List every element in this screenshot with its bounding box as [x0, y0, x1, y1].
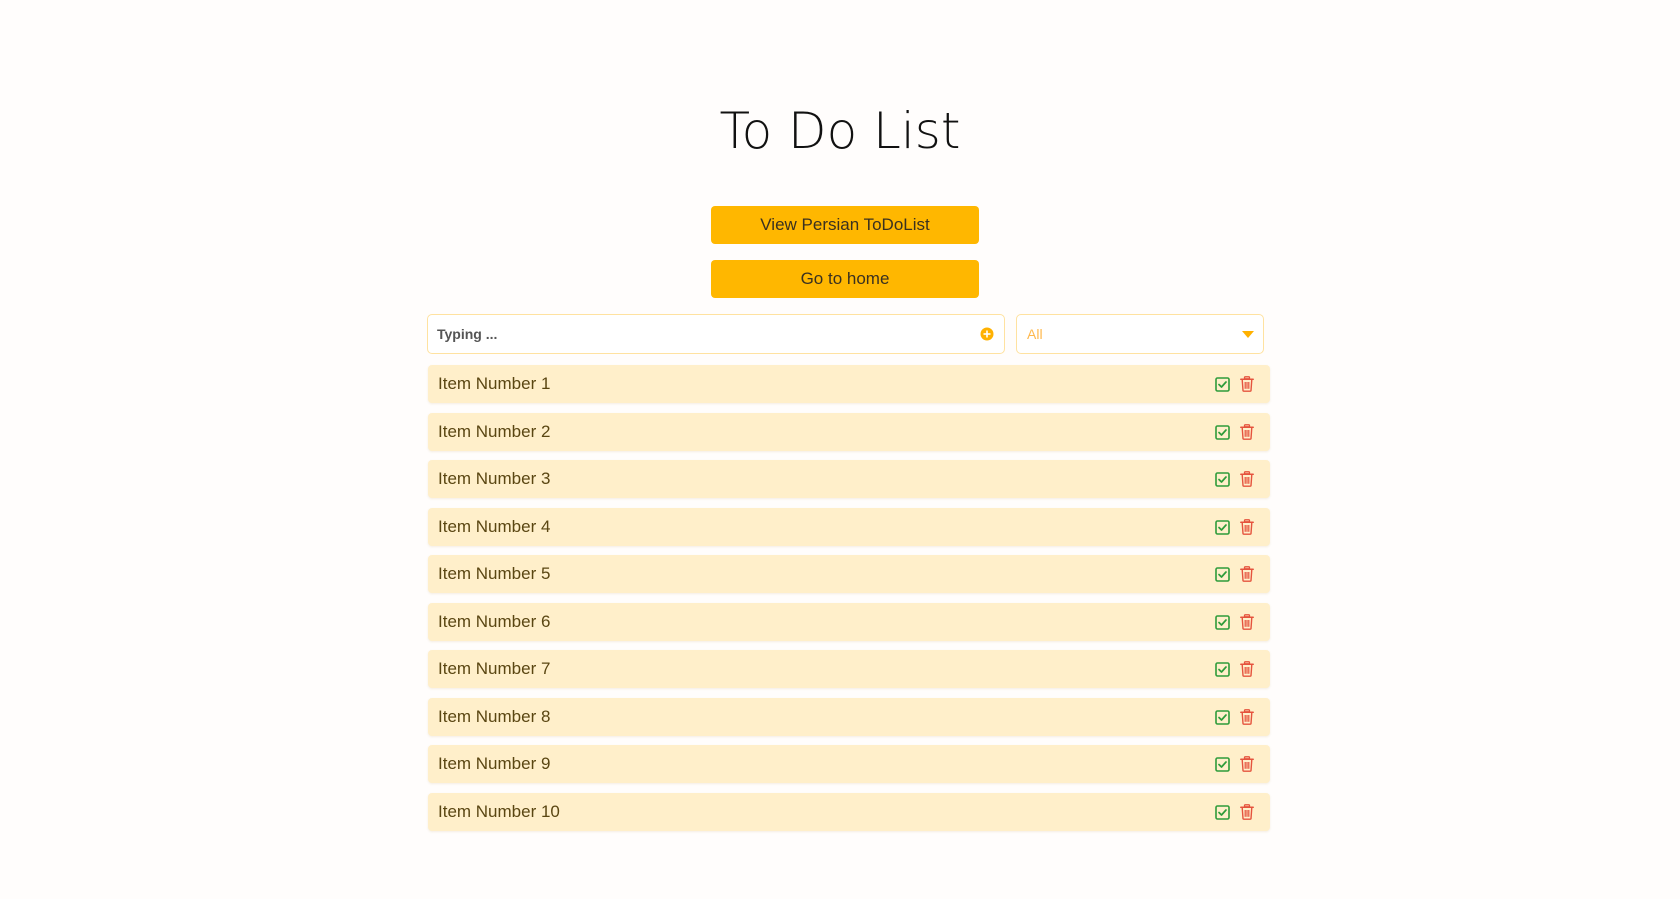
todo-item: Item Number 8 — [428, 697, 1270, 736]
caret-down-icon — [1242, 331, 1254, 338]
todo-item: Item Number 5 — [428, 555, 1270, 593]
todo-page: To Do List View Persian ToDoList Go to h… — [0, 0, 1680, 899]
check-square-icon[interactable] — [1215, 757, 1230, 772]
check-square-icon[interactable] — [1215, 377, 1230, 392]
check-square-icon[interactable] — [1215, 519, 1230, 535]
todo-item: Item Number 7 — [428, 650, 1270, 688]
trash-icon[interactable] — [1240, 566, 1254, 582]
trash-icon[interactable] — [1240, 803, 1254, 820]
todo-item-label: Item Number 8 — [438, 706, 551, 726]
trash-icon[interactable] — [1240, 613, 1254, 630]
check-square-icon[interactable] — [1215, 472, 1230, 487]
view-persian-todolist-button[interactable]: View Persian ToDoList — [711, 206, 979, 244]
todo-item: Item Number 2 — [428, 412, 1270, 451]
go-to-home-button[interactable]: Go to home — [711, 260, 979, 298]
trash-icon[interactable] — [1240, 756, 1254, 772]
todo-item-label: Item Number 2 — [438, 421, 551, 441]
page-title: To Do List — [719, 102, 961, 160]
todo-item-label: Item Number 6 — [438, 611, 551, 631]
todo-item-label: Item Number 9 — [438, 754, 551, 773]
todo-item-label: Item Number 3 — [438, 469, 551, 488]
todo-item-label: Item Number 5 — [438, 564, 551, 583]
new-item-input[interactable] — [437, 315, 957, 353]
todo-item: Item Number 10 — [428, 792, 1270, 831]
todo-item-label: Item Number 7 — [438, 659, 551, 678]
trash-icon[interactable] — [1240, 471, 1254, 487]
todo-item-label: Item Number 10 — [438, 801, 560, 821]
check-square-icon[interactable] — [1215, 709, 1230, 725]
todo-item: Item Number 9 — [428, 745, 1270, 783]
new-item-field — [427, 314, 1005, 354]
check-square-icon[interactable] — [1215, 614, 1230, 630]
todo-item: Item Number 1 — [428, 365, 1270, 403]
trash-icon[interactable] — [1240, 518, 1254, 535]
filter-select[interactable]: All — [1016, 314, 1264, 354]
check-square-icon[interactable] — [1215, 567, 1230, 582]
check-square-icon[interactable] — [1215, 804, 1230, 820]
todo-item: Item Number 4 — [428, 507, 1270, 546]
trash-icon[interactable] — [1240, 661, 1254, 677]
todo-item: Item Number 6 — [428, 602, 1270, 641]
trash-icon[interactable] — [1240, 423, 1254, 440]
trash-icon[interactable] — [1240, 376, 1254, 392]
filter-selected-value: All — [1027, 326, 1043, 342]
check-square-icon[interactable] — [1215, 424, 1230, 440]
trash-icon[interactable] — [1240, 708, 1254, 725]
todo-item-label: Item Number 1 — [438, 374, 551, 393]
plus-circle-icon[interactable] — [980, 327, 994, 341]
todo-item: Item Number 3 — [428, 460, 1270, 498]
todo-list: Item Number 1 Item Number 2 Item Number … — [428, 365, 1270, 840]
check-square-icon[interactable] — [1215, 662, 1230, 677]
todo-item-label: Item Number 4 — [438, 516, 551, 536]
